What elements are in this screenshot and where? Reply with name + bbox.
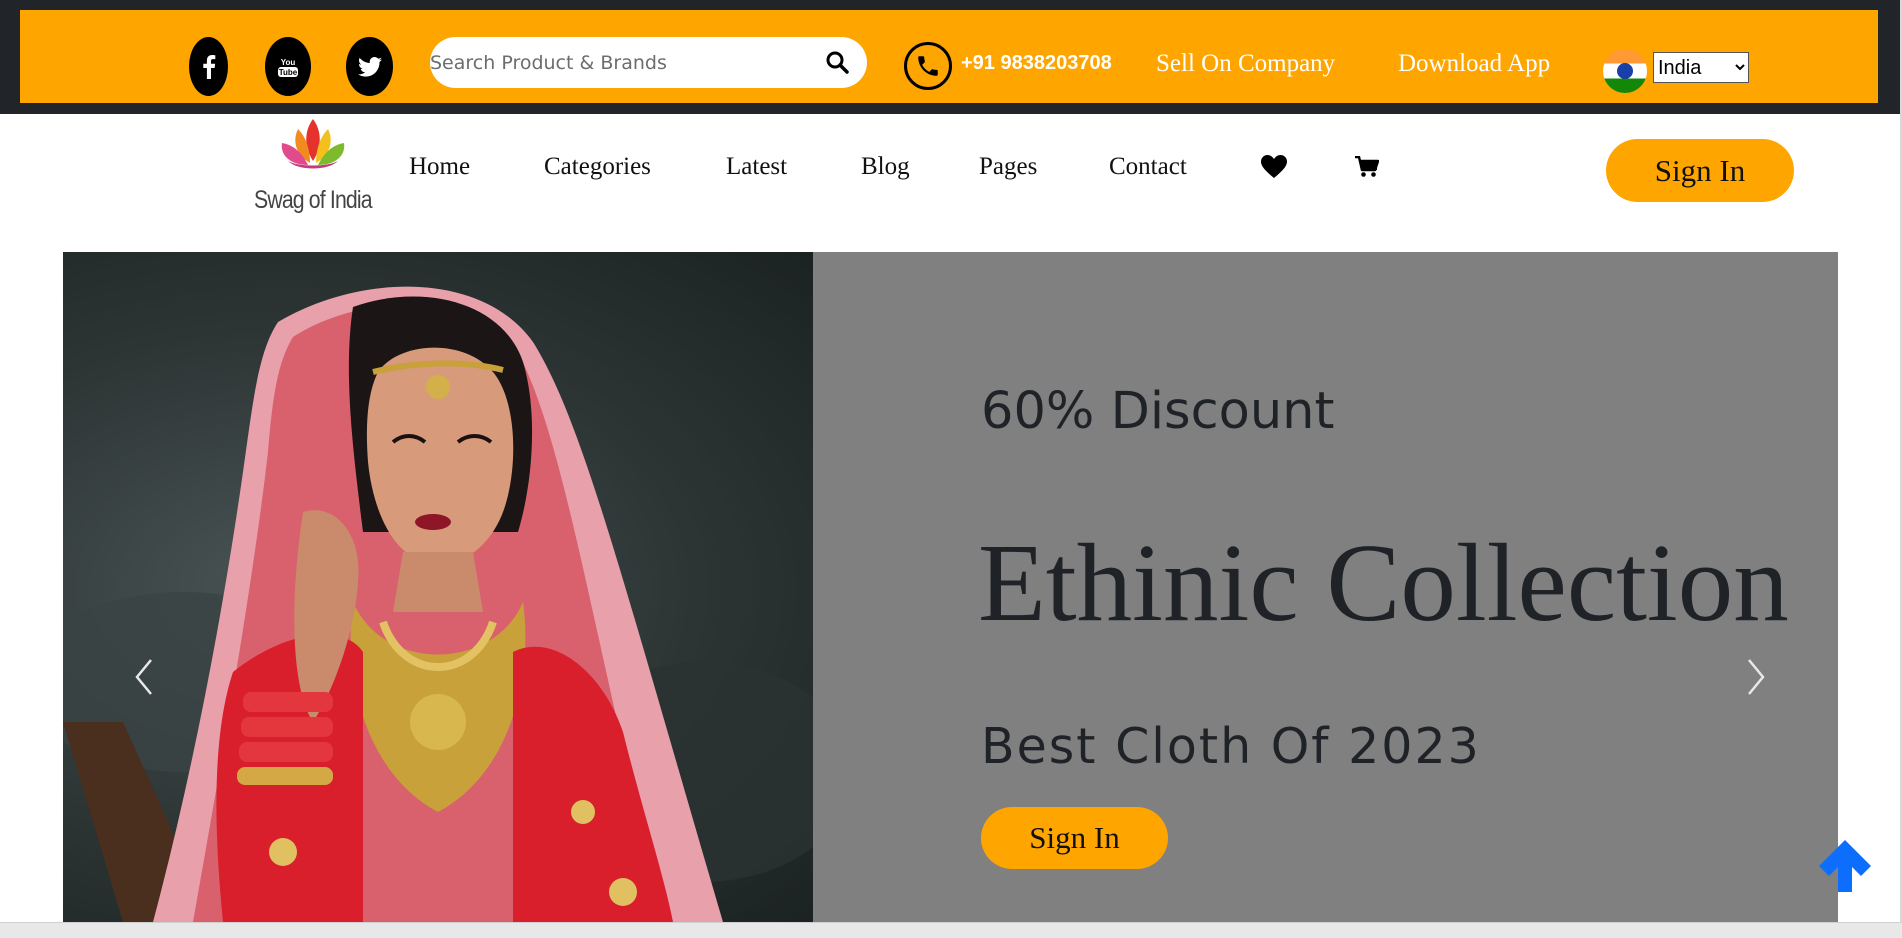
topbar: You Tube +91 9838203708 [20,10,1878,103]
nav-blog[interactable]: Blog [861,153,910,181]
facebook-icon [202,54,215,79]
cart-icon[interactable] [1355,155,1380,183]
search-input[interactable] [430,37,810,88]
phone-icon [904,42,952,90]
phone-number[interactable]: +91 9838203708 [961,52,1112,75]
hero-subtitle: Best Cloth Of 2023 [981,718,1481,775]
chevron-right-icon[interactable] [1745,657,1767,702]
signin-button[interactable]: Sign In [1606,139,1794,202]
hero-signin-button[interactable]: Sign In [981,807,1168,869]
taskbar-strip [0,922,1902,938]
heart-icon[interactable] [1261,155,1287,184]
india-flag-icon [1603,49,1647,93]
sell-on-company-link[interactable]: Sell On Company [1156,50,1335,78]
flag-chakra [1617,63,1633,79]
svg-text:Tube: Tube [279,68,298,77]
bride-illustration [63,286,813,922]
download-app-link[interactable]: Download App [1398,50,1550,78]
chevron-left-icon[interactable] [133,657,155,702]
topbar-frame: You Tube +91 9838203708 [0,0,1900,114]
arrow-up-icon[interactable] [1817,838,1873,899]
search-box [430,37,867,88]
nav-latest[interactable]: Latest [726,153,787,181]
twitter-icon [357,56,382,77]
search-icon[interactable] [825,50,849,79]
country-select[interactable]: India [1653,52,1749,83]
nav-contact[interactable]: Contact [1109,153,1187,181]
hero-carousel: 60% Discount Ethinic Collection Best Clo… [63,252,1838,922]
nav-home[interactable]: Home [409,153,470,181]
svg-text:You: You [281,58,296,67]
hero-discount: 60% Discount [981,382,1335,441]
nav-pages[interactable]: Pages [979,153,1037,181]
youtube-icon: You Tube [278,58,298,77]
facebook-link[interactable] [189,37,228,96]
logo-text: Swag of India [254,186,373,214]
hero-image [63,252,813,922]
lotus-logo-icon [281,119,345,169]
hero-title: Ethinic Collection [978,522,1789,645]
twitter-link[interactable] [346,37,393,96]
nav-categories[interactable]: Categories [544,153,651,181]
youtube-link[interactable]: You Tube [265,37,311,96]
